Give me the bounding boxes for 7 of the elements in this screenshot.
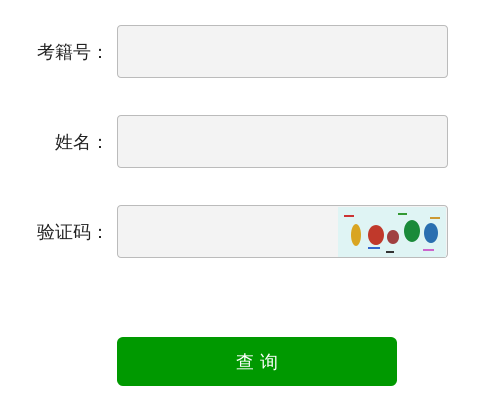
field-label: 验证码： (36, 220, 110, 244)
input-field[interactable] (117, 25, 448, 78)
field-label: 考籍号： (36, 40, 110, 64)
query-button[interactable]: 查 询 (117, 337, 397, 386)
input-field[interactable] (117, 205, 448, 258)
field-label: 姓名： (54, 130, 110, 154)
input-field[interactable] (117, 115, 448, 168)
